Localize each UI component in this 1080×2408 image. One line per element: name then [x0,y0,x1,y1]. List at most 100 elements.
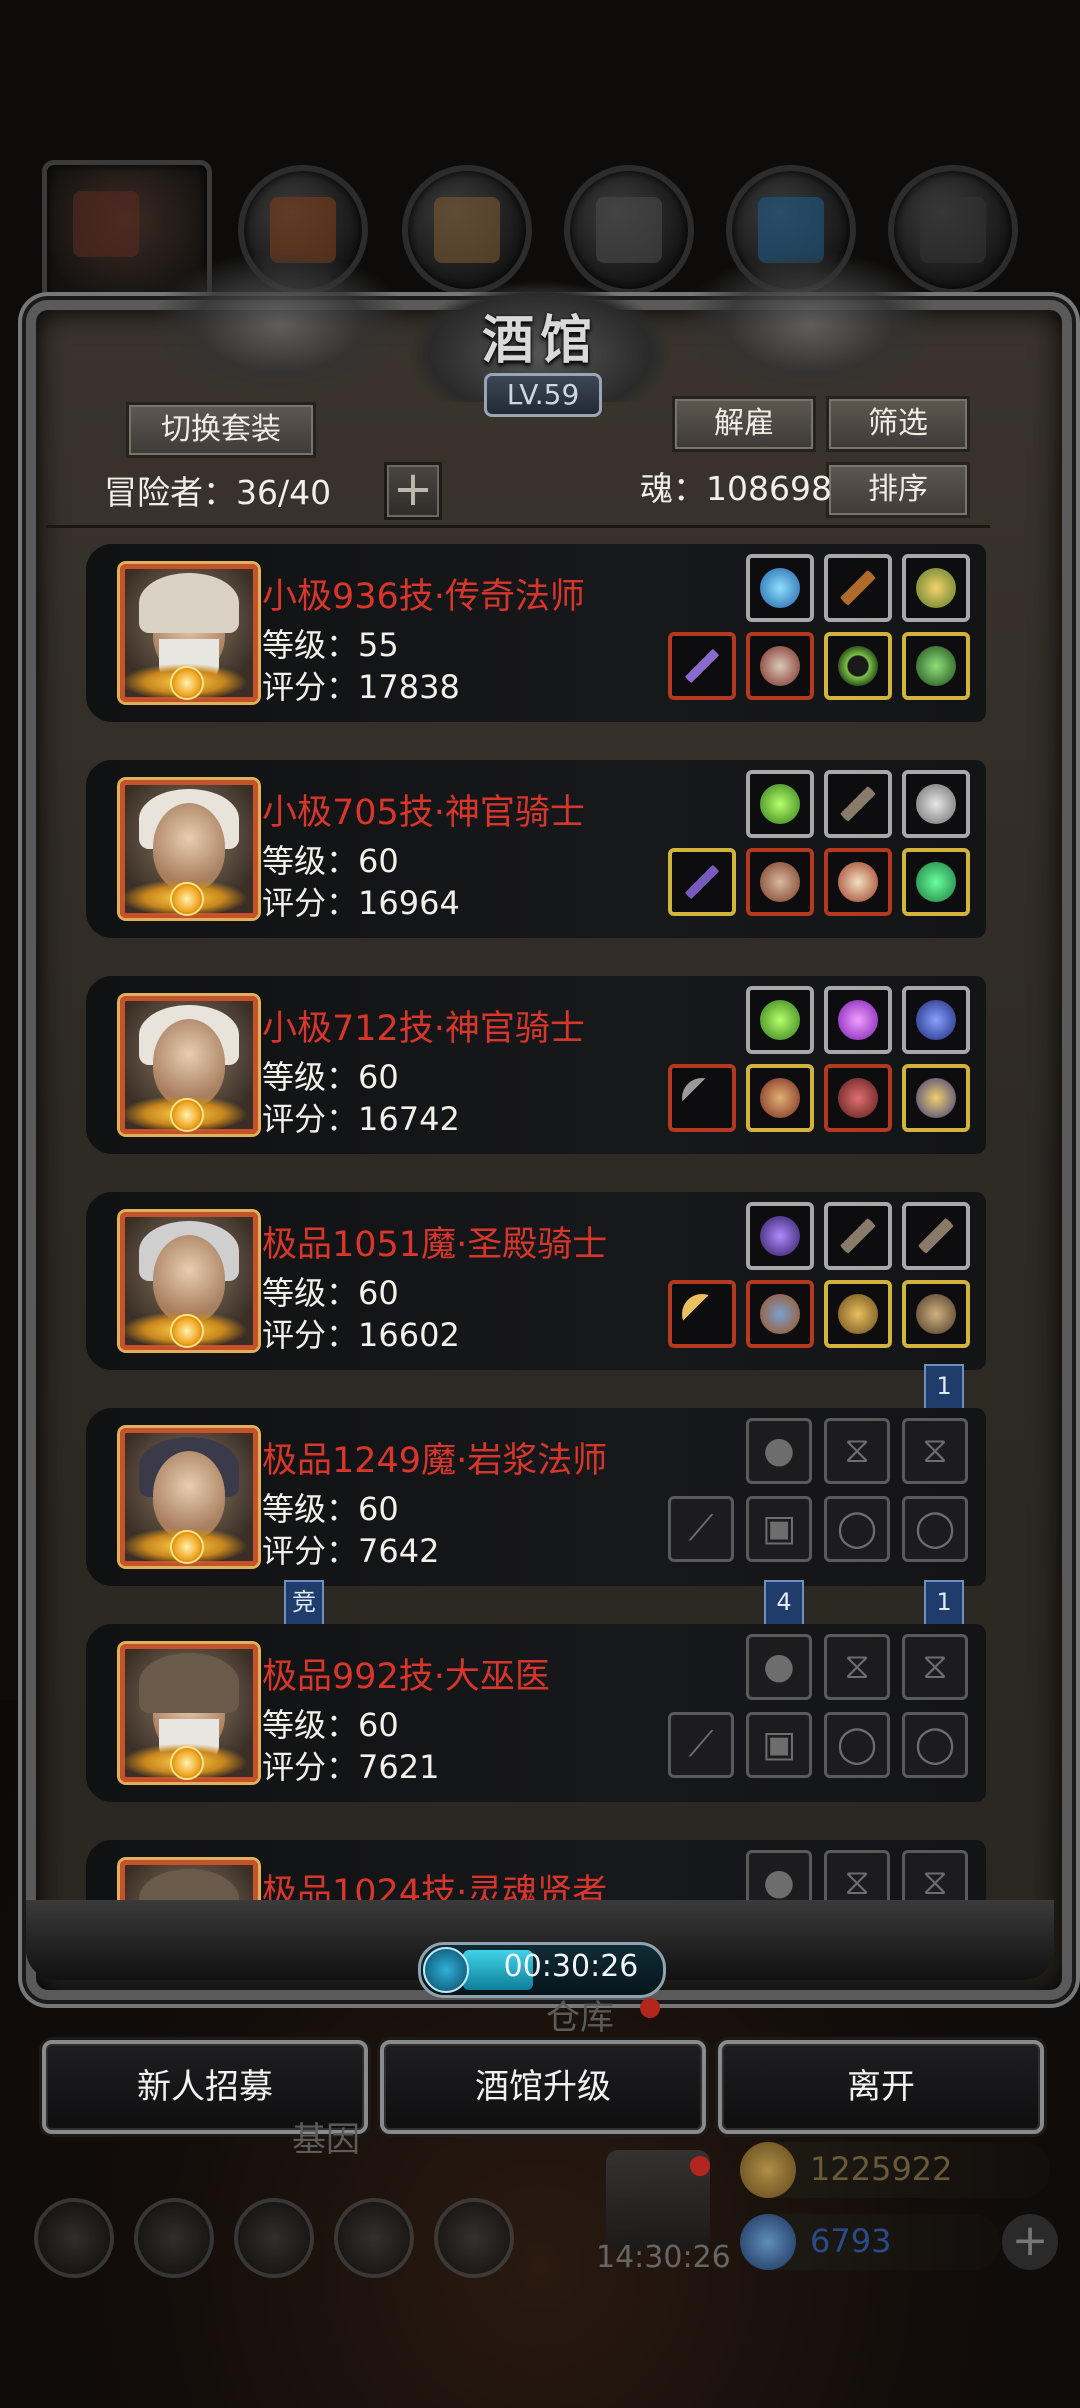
medal-icon[interactable] [824,848,892,916]
hero-score: 评分：17838 [262,668,460,706]
pentagram-icon [134,2198,214,2278]
mail-icon [334,2198,414,2278]
empty-slot-hourglass-icon[interactable]: ⧖ [824,1634,890,1700]
spear-icon[interactable] [668,632,736,700]
timer-text: 00:30:26 [503,1949,639,1984]
hero-list[interactable]: 小极936技·传奇法师 等级：55 评分：17838 小极705技·神官骑士 等… [50,536,994,1916]
hero-score: 评分：16964 [262,884,460,922]
tag-badge: 竞 [284,1580,324,1638]
dark-crystal-icon[interactable] [746,1202,814,1270]
sort-button[interactable]: 排序 [826,462,970,518]
hero-card[interactable]: 小极712技·神官骑士 等级：60 评分：16742 [86,976,986,1154]
bg-tab-3 [402,165,532,295]
hero-level: 等级：55 [262,626,399,664]
hero-score: 评分：16742 [262,1100,460,1138]
rank-emblem [122,880,246,916]
gloves-icon[interactable] [824,1064,892,1132]
clock-icon [423,1947,469,1993]
rank-emblem [122,1312,246,1348]
hammer-icon[interactable] [668,1064,736,1132]
tag-badge: 4 [764,1580,804,1638]
hero-score: 评分：7621 [262,1748,440,1786]
gem-resource: 6793 [740,2214,1000,2270]
mask-icon[interactable] [902,1280,970,1348]
switch-set-button[interactable]: 切换套装 [126,402,316,458]
green-crystal-icon[interactable] [746,986,814,1054]
tag-badge: 1 [924,1364,964,1422]
hero-level: 等级：60 [262,1706,399,1744]
empty-slot-flame-icon[interactable]: ● [746,1418,812,1484]
empty-slot-staff-icon[interactable]: ⟋ [668,1496,734,1562]
empty-slot-hourglass-icon[interactable]: ⧖ [824,1418,890,1484]
warhammer-icon[interactable] [668,1280,736,1348]
lantern-icon[interactable] [902,554,970,622]
emerald-icon[interactable] [902,848,970,916]
empty-slot-ring-icon[interactable]: ◯ [902,1712,968,1778]
iron-icon [596,197,662,263]
hero-name: 小极705技·神官骑士 [262,793,585,833]
crossbow-icon[interactable] [824,1202,892,1270]
tag-badge: 1 [924,1580,964,1638]
gem-amount: 6793 [810,2222,892,2260]
rank-emblem [122,1528,246,1564]
armor-icon[interactable] [746,1064,814,1132]
leave-button[interactable]: 离开 [718,2040,1044,2134]
green-crystal-icon[interactable] [746,770,814,838]
empty-slot-ring-icon[interactable]: ◯ [824,1712,890,1778]
bg-tab-4 [564,165,694,295]
wood-icon [434,197,500,263]
empty-slot-armor-icon[interactable]: ▣ [746,1712,812,1778]
hero-card[interactable]: 极品992技·大巫医 等级：60 评分：7621 ● ⧖ ⧖ ⟋ ▣ ◯ ◯ [86,1624,986,1802]
empty-slot-flame-icon[interactable]: ● [746,1634,812,1700]
hero-card[interactable]: 小极936技·传奇法师 等级：55 评分：17838 [86,544,986,722]
rank-emblem [122,664,246,700]
hero-level: 等级：60 [262,1274,399,1312]
armor-icon[interactable] [746,848,814,916]
empty-slot-armor-icon[interactable]: ▣ [746,1496,812,1562]
background-label: 基因 [292,2120,360,2160]
adventurer-count: 冒险者：36/40 [104,473,332,512]
amulet-icon[interactable] [902,632,970,700]
empty-slot-hourglass-icon[interactable]: ⧖ [902,1634,968,1700]
hero-level: 等级：60 [262,842,399,880]
hero-card[interactable]: 小极705技·神官骑士 等级：60 评分：16964 [86,760,986,938]
empty-slot-hourglass-icon[interactable]: ⧖ [902,1418,968,1484]
rank-emblem [122,1096,246,1132]
staff-icon[interactable] [824,554,892,622]
orb-icon[interactable] [746,554,814,622]
hero-card[interactable]: 极品1051魔·圣殿骑士 等级：60 评分：16602 [86,1192,986,1370]
empty-slot-ring-icon[interactable]: ◯ [902,1496,968,1562]
add-gems-icon: + [1002,2214,1058,2270]
hero-card[interactable]: 极品1249魔·岩浆法师 等级：60 评分：7642 ● ⧖ ⧖ ⟋ ▣ ◯ ◯ [86,1408,986,1586]
plate-armor-icon[interactable] [746,1280,814,1348]
hero-score: 评分：16602 [262,1316,460,1354]
empty-slot-staff-icon[interactable]: ⟋ [668,1712,734,1778]
hero-level: 等级：60 [262,1058,399,1096]
hero-name: 小极712技·神官骑士 [262,1009,585,1049]
add-slot-button[interactable]: + [384,462,442,520]
ring-icon[interactable] [824,632,892,700]
filter-button[interactable]: 筛选 [826,396,970,452]
page-title: 酒馆 [481,310,598,371]
dismiss-button[interactable]: 解雇 [672,396,816,452]
purple-gem-icon[interactable] [824,986,892,1054]
necklace-icon[interactable] [902,1064,970,1132]
hero-score: 评分：7642 [262,1532,440,1570]
robe-icon[interactable] [746,632,814,700]
notification-dot [640,1998,660,2018]
gift-notification-dot [690,2156,710,2176]
hero-name: 极品1249魔·岩浆法师 [262,1441,608,1481]
empty-slot-ring-icon[interactable]: ◯ [824,1496,890,1562]
warehouse-label: 仓库 [546,1998,614,2038]
cloak-icon[interactable] [902,770,970,838]
crossbow-icon[interactable] [902,1202,970,1270]
crossbow-icon[interactable] [824,770,892,838]
hero-name: 极品992技·大巫医 [262,1657,550,1697]
potion-icon[interactable] [902,986,970,1054]
shield-icon[interactable] [824,1280,892,1348]
gold-resource: 1225922 [740,2142,1050,2198]
mace-icon[interactable] [668,848,736,916]
book-icon [234,2198,314,2278]
upgrade-tavern-button[interactable]: 酒馆升级 [380,2040,706,2134]
gold-amount: 1225922 [810,2150,953,2188]
